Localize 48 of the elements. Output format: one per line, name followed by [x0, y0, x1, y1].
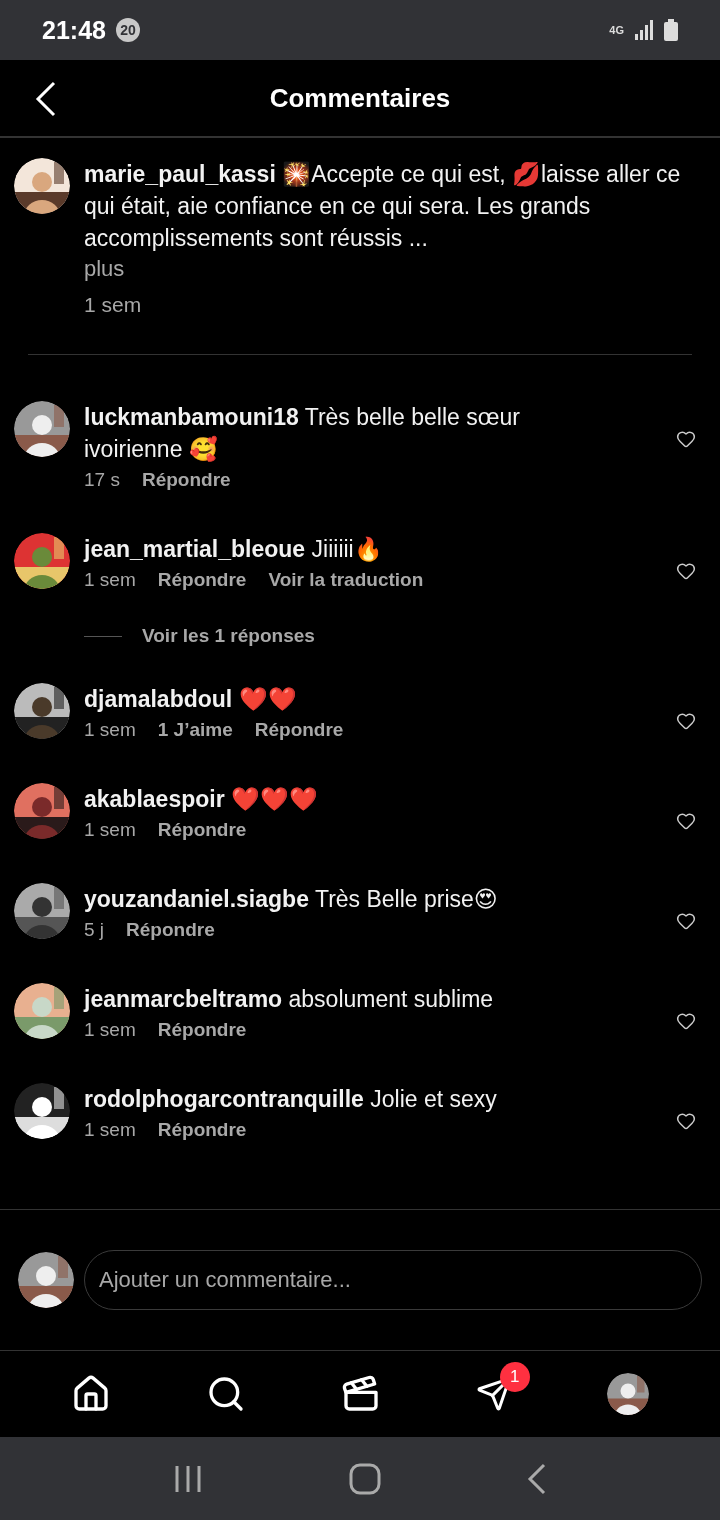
recents-icon[interactable]: [173, 1463, 203, 1494]
like-button[interactable]: [676, 911, 696, 931]
reply-link[interactable]: Répondre: [157, 1019, 247, 1041]
reply-link[interactable]: Répondre: [157, 569, 247, 591]
battery-icon: [664, 19, 678, 41]
more-link[interactable]: plus: [84, 256, 700, 282]
reels-icon[interactable]: [341, 1374, 381, 1414]
translate-link[interactable]: Voir la traduction: [268, 569, 424, 591]
comment-text: luckmanbamouni18 Très belle belle sœur ivoirienne 🥰: [84, 403, 521, 464]
back-button[interactable]: [34, 80, 58, 118]
reply-link[interactable]: Répondre: [141, 469, 231, 491]
back-icon[interactable]: [527, 1462, 547, 1495]
comment-text: akablaespoir ❤❤❤: [84, 785, 320, 814]
screen-title: Commentaires: [269, 82, 451, 114]
comment-time: 1 sem: [84, 819, 136, 841]
signal-icon: [634, 20, 654, 40]
comment-time: 1 sem: [84, 1019, 136, 1041]
like-button[interactable]: [676, 711, 696, 731]
comment-input-field[interactable]: Ajouter un commentaire...: [84, 1250, 702, 1310]
network-type: 4G: [609, 24, 624, 36]
notification-count: 20: [115, 18, 140, 42]
like-button[interactable]: [676, 1111, 696, 1131]
comment-text: rodolphogarcontranquille Jolie et sexy: [84, 1085, 498, 1114]
profile-button[interactable]: [606, 1373, 649, 1415]
comment-text: jean_martial_bleoue Jiiiiii🔥: [84, 535, 384, 564]
view-replies-link[interactable]: Voir les 1 réponses: [142, 625, 315, 647]
like-button[interactable]: [676, 429, 696, 449]
like-button[interactable]: [676, 561, 696, 581]
comment-time: 1 sem: [84, 569, 136, 591]
comment-time: 1 sem: [84, 719, 136, 741]
status-time: 21:48: [42, 15, 106, 45]
messages-badge: 1: [499, 1362, 530, 1392]
comment-time: 1 sem: [84, 1119, 136, 1141]
reply-link[interactable]: Répondre: [157, 819, 247, 841]
caption-time: 1 sem: [84, 292, 143, 318]
comment-text: youzandaniel.siagbe Très Belle prise😍: [84, 885, 499, 914]
reply-link[interactable]: Répondre: [254, 719, 344, 741]
comment-text: djamalabdoul ❤❤: [84, 685, 298, 714]
reply-link[interactable]: Répondre: [157, 1119, 247, 1141]
reply-link[interactable]: Répondre: [126, 919, 215, 941]
comment-time: 17 s: [84, 469, 120, 491]
like-button[interactable]: [676, 811, 696, 831]
caption-text: marie_paul_kassi 🎇Accepte ce qui est, 💋laisse aller ce qui était, aie confiance en ce qui sera. Les grands accomplissements sont réussis ...: [84, 160, 682, 253]
like-button[interactable]: [676, 1011, 696, 1031]
likes-count[interactable]: 1 J’aime: [157, 719, 233, 741]
comment-time: 5 j: [84, 919, 105, 941]
home-button-icon[interactable]: [349, 1462, 381, 1495]
comment-text: jeanmarcbeltramo absolument sublime: [84, 985, 495, 1014]
